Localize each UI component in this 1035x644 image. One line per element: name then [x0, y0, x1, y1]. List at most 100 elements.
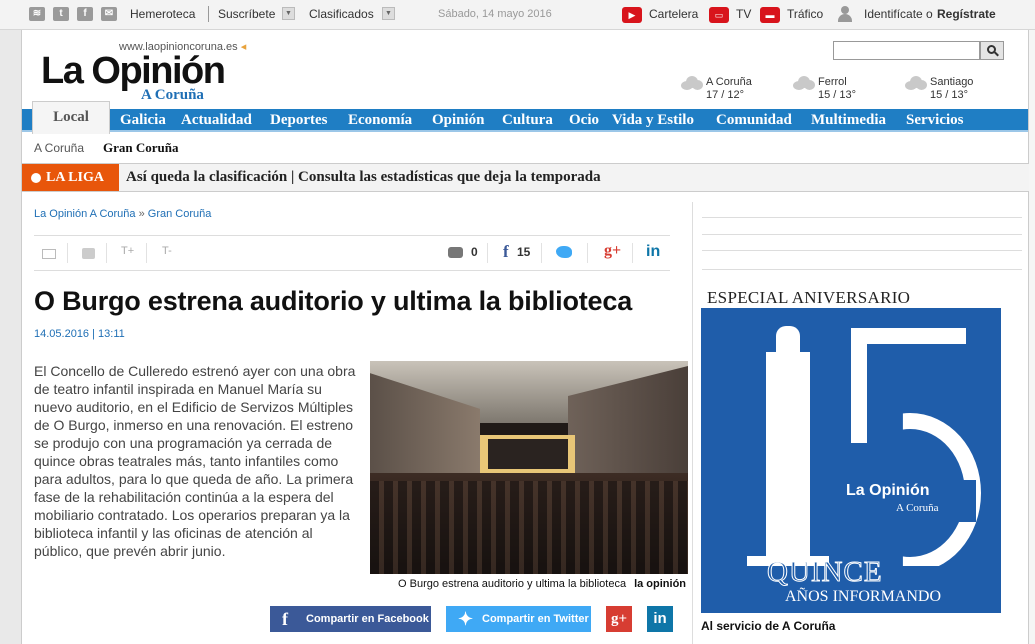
liga-tag: LA LIGA: [22, 164, 119, 191]
weather-santiago[interactable]: Santiago 15 / 13°: [905, 74, 985, 104]
twitter-icon[interactable]: t: [53, 7, 69, 21]
weather-city: Santiago: [930, 76, 974, 88]
bullet-icon: [31, 173, 41, 183]
ad-quince: QUINCE: [767, 556, 883, 589]
liga-banner[interactable]: LA LIGA Así queda la clasificación | Con…: [22, 163, 1030, 192]
facebook-icon: f: [282, 609, 288, 629]
suscribete-dropdown-icon[interactable]: ▼: [282, 7, 295, 20]
mail-icon[interactable]: ✉: [101, 7, 117, 21]
cloud-icon: [793, 76, 815, 90]
divider: [67, 243, 68, 263]
breadcrumb-separator: »: [138, 208, 145, 220]
scrollbar[interactable]: [1029, 30, 1035, 644]
article-title: O Burgo estrena auditorio y ultima la bi…: [34, 286, 633, 316]
comment-count: 0: [471, 245, 478, 259]
nav-item-comunidad[interactable]: Comunidad: [716, 112, 792, 129]
share-twitter-button[interactable]: ✦ Compartir en Twitter: [446, 606, 591, 632]
twitter-icon: ✦: [458, 609, 474, 629]
ad-logo: La Opinión A Coruña: [841, 480, 976, 522]
tv-link[interactable]: TV: [736, 7, 751, 21]
facebook-share-count: 15: [517, 245, 531, 259]
linkedin-icon[interactable]: in: [646, 243, 660, 261]
nav-item-economia[interactable]: Economía: [348, 112, 412, 129]
arrow-icon: ◂: [240, 41, 247, 53]
weather-city: Ferrol: [818, 76, 847, 88]
tab-local[interactable]: Local: [32, 101, 110, 134]
facebook-icon[interactable]: f: [503, 242, 509, 262]
nav-item-galicia[interactable]: Galicia: [120, 112, 166, 129]
tv-icon[interactable]: ▭: [709, 7, 729, 23]
clasificados-link[interactable]: Clasificados: [309, 7, 374, 21]
suscribete-link[interactable]: Suscríbete: [218, 7, 275, 21]
liga-headline[interactable]: Así queda la clasificación | Consulta la…: [126, 169, 601, 186]
photo-caption: O Burgo estrena auditorio y ultima la bi…: [398, 578, 687, 590]
article-photo[interactable]: [370, 361, 688, 574]
site-logo-subtitle[interactable]: A Coruña: [141, 87, 204, 104]
weather-ferrol[interactable]: Ferrol 15 / 13°: [793, 74, 873, 104]
weather-temp: 15 / 13°: [930, 89, 969, 101]
nav-item-ocio[interactable]: Ocio: [569, 112, 599, 129]
divider: [487, 243, 488, 263]
ad-anos: AÑOS INFORMANDO: [785, 588, 942, 605]
font-increase-button[interactable]: T+: [121, 245, 134, 257]
breadcrumb-root[interactable]: La Opinión A Coruña: [34, 208, 136, 220]
nav-item-actualidad[interactable]: Actualidad: [181, 112, 252, 129]
ad-title: ESPECIAL ANIVERSARIO: [707, 288, 911, 307]
main-nav: Local Galicia Actualidad Deportes Econom…: [22, 101, 1028, 134]
anniversary-ad-banner[interactable]: La Opinión A Coruña QUINCE AÑOS INFORMAN…: [701, 308, 1001, 613]
share-facebook-button[interactable]: f Compartir en Facebook: [270, 606, 431, 632]
divider: [34, 235, 670, 236]
identificate-link[interactable]: Identifícate o: [864, 7, 933, 21]
clasificados-dropdown-icon[interactable]: ▼: [382, 7, 395, 20]
nav-item-vida-y-estilo[interactable]: Vida y Estilo: [612, 112, 694, 129]
traffic-car-icon[interactable]: ▬: [760, 7, 780, 23]
rss-icon[interactable]: ≋: [29, 7, 45, 21]
article-body: El Concello de Culleredo estrenó ayer co…: [34, 363, 356, 559]
nav-item-multimedia[interactable]: Multimedia: [811, 112, 886, 129]
share-linkedin-button[interactable]: in: [647, 606, 673, 632]
email-icon[interactable]: [42, 249, 56, 259]
user-icon: [838, 6, 852, 22]
trafico-link[interactable]: Tráfico: [787, 7, 823, 21]
divider: [702, 217, 1022, 218]
nav-item-opinion[interactable]: Opinión: [432, 112, 485, 129]
comment-icon[interactable]: [448, 247, 463, 258]
google-plus-icon[interactable]: g+: [604, 242, 621, 260]
divider: [146, 243, 147, 263]
divider: [692, 202, 693, 644]
weather-city: A Coruña: [706, 76, 752, 88]
cloud-icon: [905, 76, 927, 90]
subnav-item-a-coruna[interactable]: A Coruña: [34, 141, 84, 155]
search-input[interactable]: [833, 41, 980, 60]
font-decrease-button[interactable]: T-: [162, 245, 172, 257]
divider: [34, 270, 670, 271]
nav-item-cultura[interactable]: Cultura: [502, 112, 553, 129]
cloud-icon: [681, 76, 703, 90]
divider: [702, 250, 1022, 251]
facebook-icon[interactable]: f: [77, 7, 93, 21]
cartelera-link[interactable]: Cartelera: [649, 7, 698, 21]
weather-temp: 17 / 12°: [706, 89, 745, 101]
share-google-plus-button[interactable]: g+: [606, 606, 632, 632]
divider: [702, 269, 1022, 270]
divider: [632, 243, 633, 263]
print-icon[interactable]: [82, 248, 95, 259]
hemeroteca-link[interactable]: Hemeroteca: [130, 7, 195, 21]
cartelera-icon[interactable]: ▶: [622, 7, 642, 23]
twitter-icon[interactable]: [556, 246, 572, 258]
ad-caption[interactable]: Al servicio de A Coruña: [701, 619, 835, 633]
article-date: 14.05.2016 | 13:11: [34, 328, 125, 340]
nav-item-deportes[interactable]: Deportes: [270, 112, 327, 129]
nav-item-servicios[interactable]: Servicios: [906, 112, 964, 129]
page-container: www.laopinioncoruna.es ◂ La Opinión A Co…: [21, 30, 1030, 644]
breadcrumb-current[interactable]: Gran Coruña: [148, 208, 212, 220]
weather-temp: 15 / 13°: [818, 89, 857, 101]
breadcrumb: La Opinión A Coruña » Gran Coruña: [34, 208, 211, 220]
divider: [106, 243, 107, 263]
subnav-item-gran-coruna[interactable]: Gran Coruña: [103, 140, 178, 156]
registrate-link[interactable]: Regístrate: [937, 7, 996, 21]
divider: [208, 6, 209, 22]
divider: [587, 243, 588, 263]
search-button[interactable]: [980, 41, 1004, 60]
weather-coruna[interactable]: A Coruña 17 / 12°: [681, 74, 761, 104]
